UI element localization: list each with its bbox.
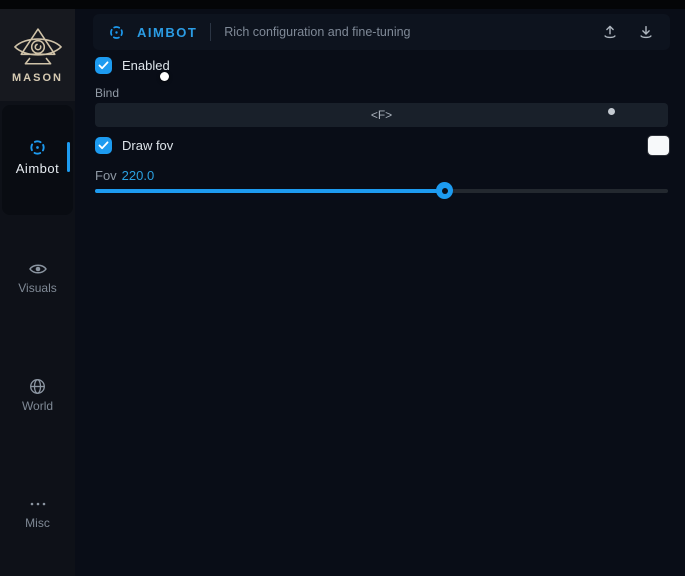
page-subtitle: Rich configuration and fine-tuning — [224, 25, 410, 39]
globe-icon — [0, 377, 75, 396]
fov-color-swatch[interactable] — [648, 136, 669, 155]
active-indicator — [67, 142, 70, 172]
draw-fov-row: Draw fov — [95, 136, 669, 155]
draw-fov-checkbox[interactable] — [95, 137, 112, 154]
eye-icon — [0, 259, 75, 278]
page-header: AIMBOT Rich configuration and fine-tunin… — [93, 14, 670, 50]
brand-logo: MASON — [0, 9, 75, 101]
bind-label: Bind — [95, 86, 119, 100]
brand-name: MASON — [12, 72, 63, 84]
sidebar-item-label: Misc — [0, 516, 75, 530]
crosshair-icon — [108, 24, 125, 41]
sidebar-item-label: Visuals — [0, 281, 75, 295]
draw-fov-label: Draw fov — [122, 138, 173, 153]
fov-slider[interactable] — [95, 181, 668, 200]
enabled-checkbox[interactable] — [95, 57, 112, 74]
sidebar-item-visuals[interactable]: Visuals — [0, 259, 75, 295]
main-panel: AIMBOT Rich configuration and fine-tunin… — [75, 9, 685, 576]
sidebar-item-label: Aimbot — [2, 161, 73, 176]
sidebar-item-label: World — [0, 399, 75, 413]
window-top-strip — [0, 0, 685, 9]
menu-cursor-dot — [160, 72, 169, 81]
enabled-label: Enabled — [122, 58, 170, 73]
header-divider — [210, 23, 211, 41]
page-title: AIMBOT — [137, 25, 197, 40]
sidebar-item-aimbot[interactable]: Aimbot — [2, 105, 73, 215]
bind-input[interactable]: <F> — [95, 103, 668, 127]
crosshair-icon — [2, 138, 73, 157]
fov-slider-fill — [95, 189, 445, 193]
fov-slider-handle[interactable] — [436, 182, 453, 199]
ellipsis-icon — [0, 494, 75, 513]
pyramid-eye-icon — [12, 27, 64, 69]
bind-value: <F> — [371, 108, 392, 122]
download-icon[interactable] — [637, 23, 655, 41]
enabled-row: Enabled — [95, 57, 170, 74]
bind-field-dot — [608, 108, 615, 115]
sidebar-item-misc[interactable]: Misc — [0, 494, 75, 530]
upload-icon[interactable] — [601, 23, 619, 41]
sidebar: MASON Aimbot Visuals World — [0, 9, 75, 576]
sidebar-item-world[interactable]: World — [0, 377, 75, 413]
